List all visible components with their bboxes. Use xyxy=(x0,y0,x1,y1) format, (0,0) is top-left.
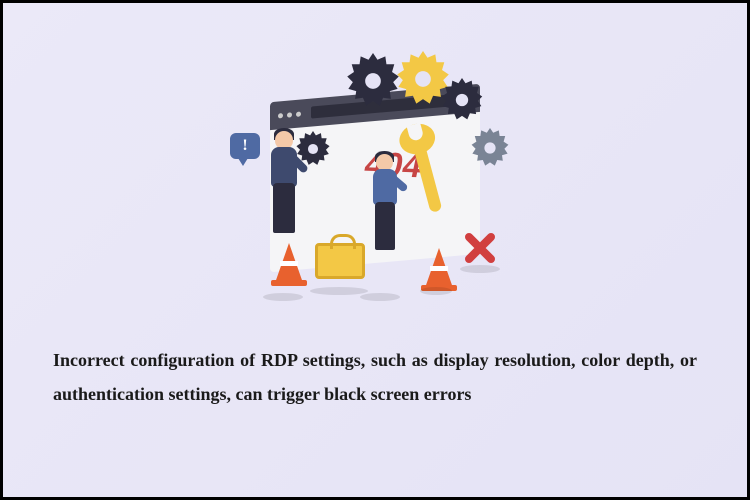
worker-figure xyxy=(255,123,305,243)
shadow xyxy=(420,287,452,295)
worker-figure xyxy=(360,148,410,263)
traffic-cone-icon xyxy=(275,243,303,283)
shadow xyxy=(460,265,500,273)
gear-icon xyxy=(295,131,331,167)
shadow xyxy=(360,293,400,301)
exclamation-text: ! xyxy=(242,137,247,155)
traffic-cone-icon xyxy=(425,248,453,288)
error-illustration: 404 ! xyxy=(215,33,535,313)
gear-icon xyxy=(470,128,510,168)
x-error-icon xyxy=(465,233,495,263)
shadow xyxy=(263,293,303,301)
gear-icon xyxy=(345,53,401,109)
toolbox-icon xyxy=(315,243,365,279)
gear-icon xyxy=(440,78,484,122)
caption-text: Incorrect configuration of RDP settings,… xyxy=(53,343,697,411)
shadow xyxy=(310,287,368,295)
